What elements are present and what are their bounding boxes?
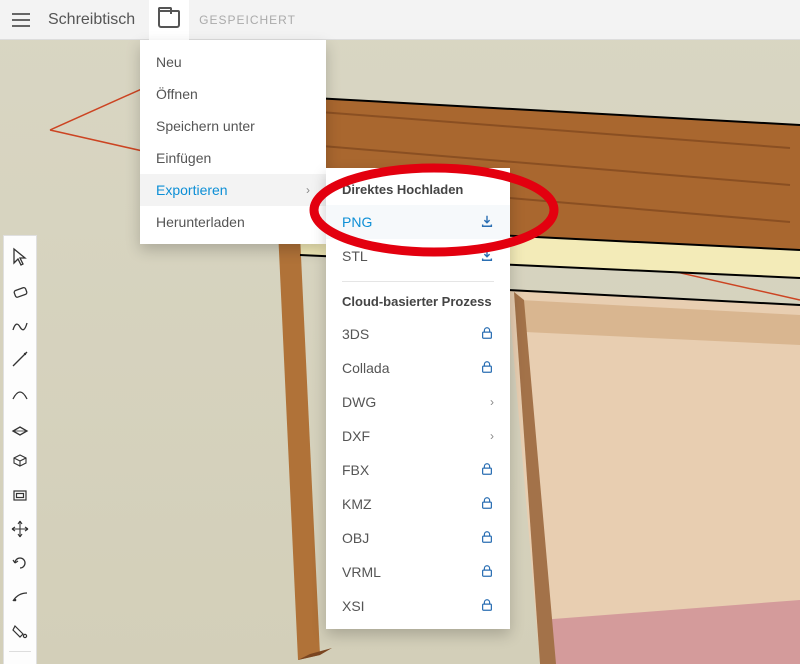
tool-pushpull[interactable]: [5, 446, 35, 476]
export-item-obj[interactable]: OBJ: [326, 521, 510, 555]
export-item-fbx[interactable]: FBX: [326, 453, 510, 487]
tool-arc[interactable]: [5, 378, 35, 408]
lock-icon: [480, 326, 494, 343]
file-menu-button[interactable]: [149, 0, 189, 40]
chevron-right-icon: ›: [306, 183, 310, 197]
lock-icon: [480, 530, 494, 547]
export-item-kmz[interactable]: KMZ: [326, 487, 510, 521]
tool-palette: [3, 235, 37, 664]
lock-icon: [480, 360, 494, 377]
export-item-vrml[interactable]: VRML: [326, 555, 510, 589]
tool-rectangle[interactable]: [5, 412, 35, 442]
tool-orbit[interactable]: [5, 657, 35, 664]
export-section-direct-header: Direktes Hochladen: [326, 178, 510, 205]
tool-eraser[interactable]: [5, 276, 35, 306]
menu-item-new[interactable]: Neu: [140, 46, 326, 78]
export-item-dxf[interactable]: DXF ›: [326, 419, 510, 453]
tool-offset[interactable]: [5, 480, 35, 510]
menu-item-export[interactable]: Exportieren ›: [140, 174, 326, 206]
submenu-separator: [342, 281, 494, 282]
document-title: Schreibtisch: [48, 11, 135, 29]
menu-item-open[interactable]: Öffnen: [140, 78, 326, 110]
export-submenu: Direktes Hochladen PNG STL Cloud-basiert…: [326, 168, 510, 629]
tool-line[interactable]: [5, 344, 35, 374]
menu-item-save-as[interactable]: Speichern unter: [140, 110, 326, 142]
export-item-stl[interactable]: STL: [326, 239, 510, 273]
tool-rotate[interactable]: [5, 548, 35, 578]
tool-paint[interactable]: [5, 616, 35, 646]
chevron-right-icon: ›: [490, 395, 494, 409]
folder-open-icon: [158, 10, 180, 28]
tool-move[interactable]: [5, 514, 35, 544]
menu-item-download[interactable]: Herunterladen: [140, 206, 326, 238]
tool-select[interactable]: [5, 242, 35, 272]
tool-tape[interactable]: [5, 582, 35, 612]
saved-status: GESPEICHERT: [199, 13, 296, 27]
main-menu-button[interactable]: [4, 3, 38, 37]
export-item-xsi[interactable]: XSI: [326, 589, 510, 623]
lock-icon: [480, 598, 494, 615]
top-bar: Schreibtisch GESPEICHERT: [0, 0, 800, 40]
lock-icon: [480, 496, 494, 513]
tool-freehand[interactable]: [5, 310, 35, 340]
download-icon: [480, 248, 494, 265]
export-item-png[interactable]: PNG: [326, 205, 510, 239]
download-icon: [480, 214, 494, 231]
lock-icon: [480, 564, 494, 581]
toolbar-separator: [9, 651, 31, 652]
lock-icon: [480, 462, 494, 479]
export-section-cloud-header: Cloud-basierter Prozess: [326, 290, 510, 317]
menu-item-insert[interactable]: Einfügen: [140, 142, 326, 174]
export-item-3ds[interactable]: 3DS: [326, 317, 510, 351]
export-item-dwg[interactable]: DWG ›: [326, 385, 510, 419]
export-item-collada[interactable]: Collada: [326, 351, 510, 385]
chevron-right-icon: ›: [490, 429, 494, 443]
file-menu-dropdown: Neu Öffnen Speichern unter Einfügen Expo…: [140, 40, 326, 244]
